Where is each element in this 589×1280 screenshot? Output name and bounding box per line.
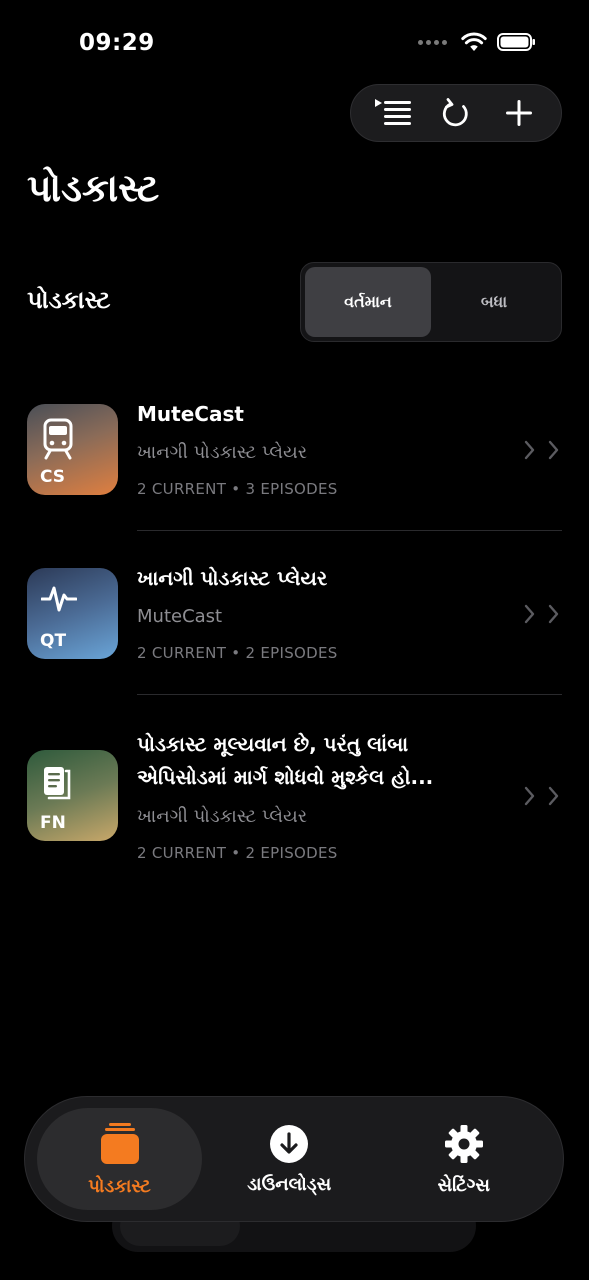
- tab-label: પોડકાસ્ટ: [88, 1175, 151, 1197]
- podcast-title-line-2: એપિસોડમાં માર્ગ શોધવો મુશ્કેલ હો...: [137, 765, 434, 789]
- cellular-signal-icon: [418, 39, 447, 45]
- tab-bar: પોડકાસ્ટ ડાઉનલોડ્સ સેટિંગ્સ: [24, 1096, 564, 1222]
- download-icon: [270, 1124, 309, 1163]
- add-podcast-button[interactable]: [494, 88, 544, 138]
- artwork-abbreviation: CS: [40, 467, 66, 487]
- queue-list-button[interactable]: [368, 88, 418, 138]
- tab-downloads[interactable]: ડાઉનલોડ્સ: [202, 1108, 377, 1210]
- status-bar: 09:29: [0, 0, 589, 80]
- battery-icon: [497, 33, 535, 51]
- podcast-subtitle: MuteCast: [137, 606, 223, 627]
- refresh-icon: [442, 98, 468, 127]
- podcast-title: ખાનગી પોડકાસ્ટ પ્લેયર: [137, 566, 328, 590]
- podcast-meta: 2 CURRENT • 2 EPISODES: [137, 644, 338, 662]
- add-icon: [506, 100, 533, 126]
- podcast-row[interactable]: QT ખાનગી પોડકાસ્ટ પ્લેયર MuteCast 2 CURR…: [0, 548, 589, 698]
- pulse-icon: [41, 586, 77, 612]
- chevron-right-icon: [524, 440, 535, 460]
- artwork-abbreviation: QT: [40, 631, 67, 651]
- podcast-artwork: FN: [27, 750, 118, 841]
- train-icon: [43, 418, 73, 460]
- podcast-subtitle: ખાનગી પોડકાસ્ટ પ્લેયર: [137, 806, 308, 827]
- queue-list-icon: [374, 99, 411, 125]
- page-title: પોડકાસ્ટ: [27, 166, 160, 210]
- podcast-artwork: CS: [27, 404, 118, 495]
- top-toolbar: [350, 84, 562, 142]
- row-divider: [137, 530, 562, 531]
- section-heading: પોડકાસ્ટ: [27, 286, 111, 314]
- chevron-right-icon: [548, 604, 559, 624]
- segment-current[interactable]: વર્તમાન: [305, 267, 431, 337]
- tab-label: ડાઉનલોડ્સ: [247, 1173, 332, 1195]
- segment-all[interactable]: બધા: [431, 267, 557, 337]
- row-chevrons: [524, 786, 560, 806]
- podcast-subtitle: ખાનગી પોડકાસ્ટ પ્લેયર: [137, 442, 308, 463]
- wifi-icon: [461, 32, 487, 51]
- tab-label: સેટિંગ્સ: [437, 1174, 490, 1196]
- refresh-button[interactable]: [431, 88, 481, 138]
- podcast-artwork: QT: [27, 568, 118, 659]
- podcast-meta: 2 CURRENT • 2 EPISODES: [137, 844, 338, 862]
- chevron-right-icon: [524, 786, 535, 806]
- podcast-row[interactable]: FN પોડકાસ્ટ મૂલ્યવાન છે, પરંતુ લાંબા એપિ…: [0, 720, 589, 880]
- document-icon: [44, 767, 71, 800]
- podcast-title-line-1: પોડકાસ્ટ મૂલ્યવાન છે, પરંતુ લાંબા: [137, 732, 409, 756]
- tab-podcasts[interactable]: પોડકાસ્ટ: [37, 1108, 202, 1210]
- filter-segmented-control: વર્તમાન બધા: [300, 262, 562, 342]
- gear-icon: [444, 1124, 483, 1163]
- podcast-row[interactable]: CS MuteCast ખાનગી પોડકાસ્ટ પ્લેયર 2 CURR…: [0, 380, 589, 530]
- status-time: 09:29: [79, 30, 155, 56]
- podcast-meta: 2 CURRENT • 3 EPISODES: [137, 480, 338, 498]
- artwork-abbreviation: FN: [40, 813, 66, 833]
- tab-settings[interactable]: સેટિંગ્સ: [377, 1108, 552, 1210]
- chevron-right-icon: [524, 604, 535, 624]
- chevron-right-icon: [548, 786, 559, 806]
- row-chevrons: [524, 440, 560, 460]
- status-icons: [418, 32, 537, 52]
- podcast-title: MuteCast: [137, 402, 244, 426]
- row-chevrons: [524, 604, 560, 624]
- chevron-right-icon: [548, 440, 559, 460]
- row-divider: [137, 694, 562, 695]
- podcasts-stack-icon: [100, 1122, 139, 1164]
